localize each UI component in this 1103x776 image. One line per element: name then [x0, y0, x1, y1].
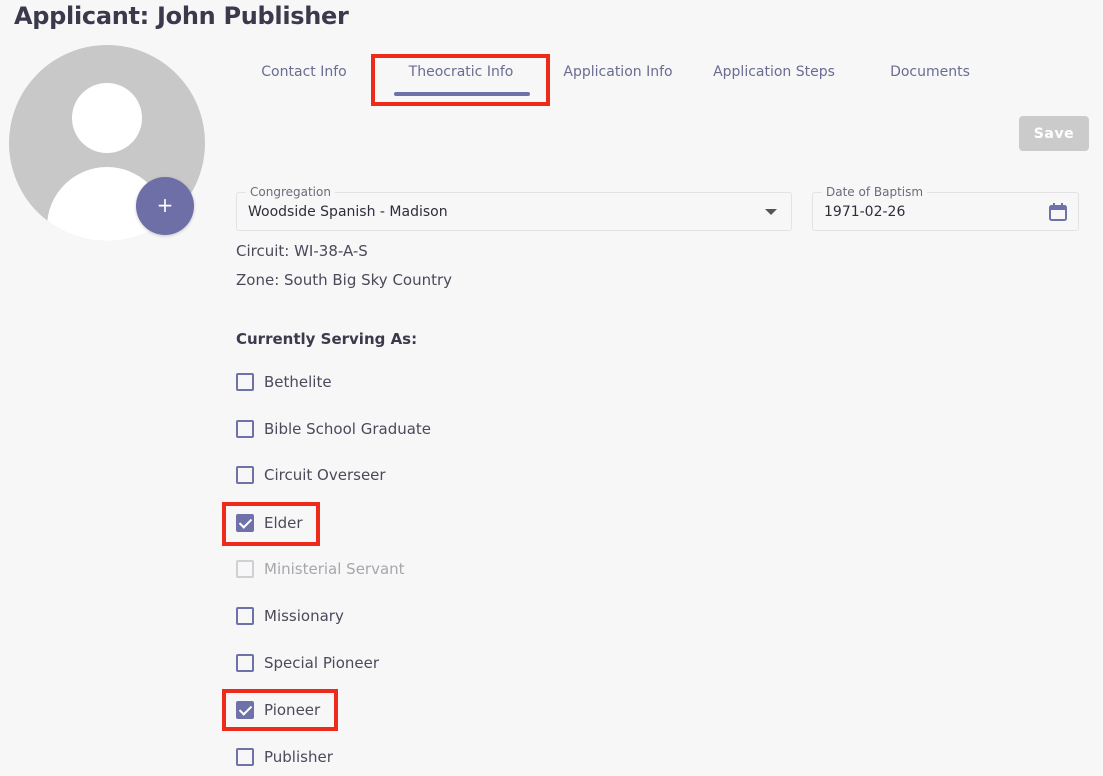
- checkbox-label: Ministerial Servant: [264, 560, 405, 578]
- checkbox-bethelite[interactable]: Bethelite: [236, 370, 332, 394]
- pioneer-highlight-box: [222, 689, 338, 731]
- tab-contact-info[interactable]: Contact Info: [236, 56, 372, 102]
- checkbox-label: Special Pioneer: [264, 654, 380, 672]
- checkbox-label: Bible School Graduate: [264, 420, 432, 438]
- congregation-select[interactable]: Congregation Woodside Spanish - Madison: [236, 185, 792, 231]
- avatar-head-icon: [72, 83, 142, 153]
- save-button[interactable]: Save: [1019, 116, 1089, 151]
- checkbox-label: Publisher: [264, 748, 333, 766]
- checkbox-label: Circuit Overseer: [264, 466, 386, 484]
- checkbox-icon[interactable]: [236, 748, 254, 766]
- chevron-down-icon: [765, 209, 777, 215]
- tab-label: Application Info: [563, 64, 673, 80]
- tab-documents[interactable]: Documents: [862, 56, 998, 102]
- checkbox-missionary[interactable]: Missionary: [236, 604, 344, 628]
- calendar-icon[interactable]: [1048, 202, 1068, 226]
- circuit-text: Circuit: WI-38-A-S: [236, 242, 368, 260]
- baptism-date-field[interactable]: Date of Baptism 1971-02-26: [812, 185, 1079, 231]
- serving-heading: Currently Serving As:: [236, 330, 418, 348]
- checkbox-icon[interactable]: [236, 607, 254, 625]
- checkbox-publisher[interactable]: Publisher: [236, 745, 333, 769]
- zone-text: Zone: South Big Sky Country: [236, 271, 453, 289]
- checkbox-icon[interactable]: [236, 466, 254, 484]
- checkbox-circuit-overseer[interactable]: Circuit Overseer: [236, 463, 386, 487]
- checkbox-icon[interactable]: [236, 654, 254, 672]
- checkbox-special-pioneer[interactable]: Special Pioneer: [236, 651, 379, 675]
- tab-application-steps[interactable]: Application Steps: [702, 56, 846, 102]
- checkbox-icon[interactable]: [236, 373, 254, 391]
- elder-highlight-box: [222, 502, 320, 546]
- checkbox-ministerial-servant: Ministerial Servant: [236, 557, 405, 581]
- checkbox-label: Missionary: [264, 607, 344, 625]
- tab-label: Application Steps: [713, 64, 835, 80]
- baptism-date-label: Date of Baptism: [822, 185, 928, 199]
- checkbox-bible-school-graduate[interactable]: Bible School Graduate: [236, 417, 431, 441]
- congregation-value: Woodside Spanish - Madison: [248, 204, 448, 220]
- tab-application-info[interactable]: Application Info: [550, 56, 686, 102]
- tab-label: Contact Info: [261, 64, 347, 80]
- congregation-label: Congregation: [246, 185, 335, 199]
- tab-label: Documents: [890, 64, 970, 80]
- add-photo-button[interactable]: +: [136, 177, 194, 235]
- checkbox-label: Bethelite: [264, 373, 332, 391]
- checkbox-disabled-icon: [236, 560, 254, 578]
- baptism-date-value: 1971-02-26: [824, 204, 906, 220]
- page-title: Applicant: John Publisher: [14, 2, 349, 30]
- checkbox-icon[interactable]: [236, 420, 254, 438]
- tab-highlight-box: [371, 54, 550, 106]
